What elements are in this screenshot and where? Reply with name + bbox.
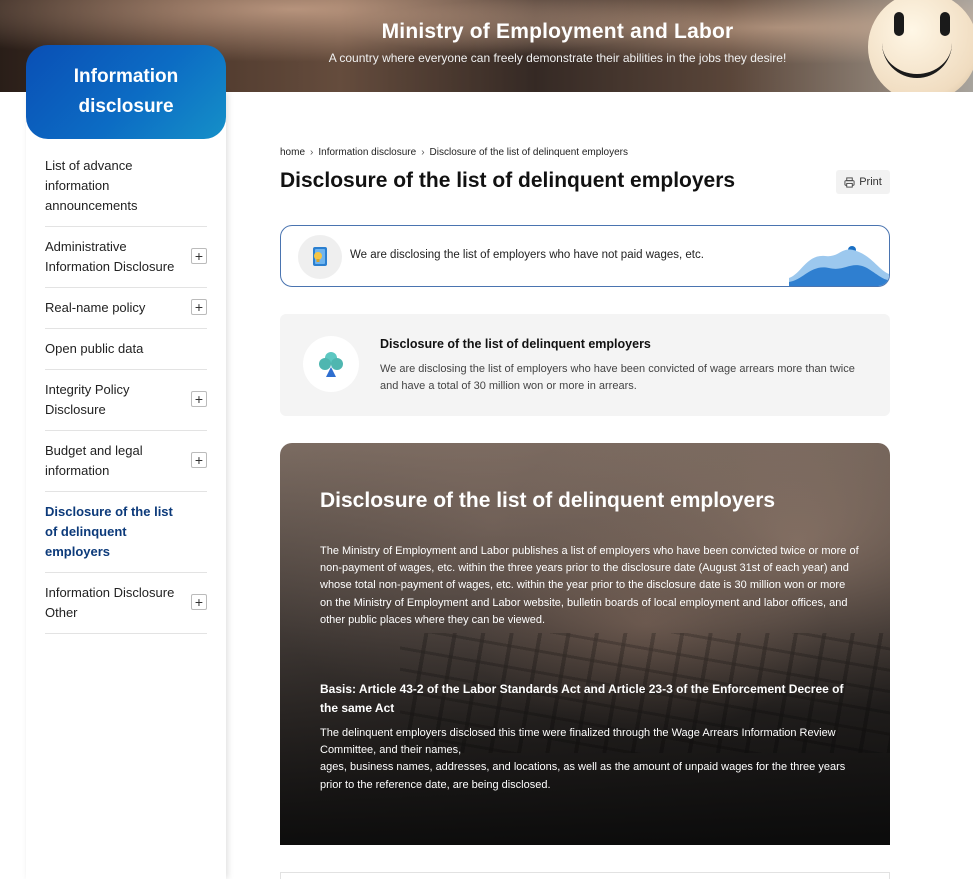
sidebar-heading: Information disclosure (26, 45, 226, 139)
sidebar-item[interactable]: Open public data (45, 329, 207, 370)
breadcrumb-separator: › (310, 147, 314, 158)
wave-decoration (789, 246, 889, 286)
hero-detail: The delinquent employers disclosed this … (320, 725, 860, 794)
sidebar-item[interactable]: List of advance information announcement… (45, 146, 207, 227)
hero-detail-line: The delinquent employers disclosed this … (320, 727, 836, 757)
book-lightbulb-icon (298, 235, 342, 279)
breadcrumb-separator: › (421, 147, 425, 158)
breadcrumb-link: Disclosure of the list of delinquent emp… (429, 147, 628, 158)
expand-plus-icon[interactable]: + (191, 299, 207, 315)
sidebar-item[interactable]: Disclosure of the list of delinquent emp… (45, 492, 207, 573)
sidebar-item-label: Budget and legal information (45, 443, 143, 478)
breadcrumb-link[interactable]: Information disclosure (318, 147, 416, 158)
page-title: Disclosure of the list of delinquent emp… (280, 169, 736, 192)
sidebar-item-label: List of advance information announcement… (45, 158, 138, 213)
summary-text: We are disclosing the list of employers … (380, 363, 855, 392)
breadcrumb: home › Information disclosure › Disclosure o… (280, 147, 628, 158)
sidebar-item-label: Information Disclosure Other (45, 585, 175, 620)
hero-section: Disclosure of the list of delinquent emp… (280, 443, 890, 845)
hero-paragraph: The Ministry of Employment and Labor pub… (320, 543, 860, 629)
hero-paragraph-line: The Ministry of Employment and Labor pub… (320, 545, 859, 592)
expand-plus-icon[interactable]: + (191, 452, 207, 468)
printer-icon (844, 176, 855, 188)
expand-plus-icon[interactable]: + (191, 391, 207, 407)
club-tree-icon (303, 336, 359, 392)
sidebar-item-label: Real-name policy (45, 300, 146, 315)
sidebar-item-label: Disclosure of the list of delinquent emp… (45, 504, 173, 559)
sidebar-nav: List of advance information announcement… (45, 146, 207, 634)
summary-title: Disclosure of the list of delinquent emp… (380, 337, 651, 351)
notice-banner: We are disclosing the list of employers … (280, 225, 890, 287)
notice-text: We are disclosing the list of employers … (350, 249, 704, 261)
next-section (280, 872, 890, 879)
hero-detail-line: ages, business names, addresses, and loc… (320, 761, 846, 791)
sidebar-item-label: Administrative Information Disclosure (45, 239, 175, 274)
expand-plus-icon[interactable]: + (191, 594, 207, 610)
hero-title: Disclosure of the list of delinquent emp… (320, 489, 776, 512)
hero-basis: Basis: Article 43-2 of the Labor Standar… (320, 682, 844, 715)
sidebar-item-label: Integrity Policy Disclosure (45, 382, 130, 417)
sidebar-item-label: Open public data (45, 341, 144, 356)
print-button[interactable]: Print (836, 170, 890, 194)
breadcrumb-link[interactable]: home (280, 147, 305, 158)
sidebar-item[interactable]: Real-name policy + (45, 288, 207, 329)
summary-card: Disclosure of the list of delinquent emp… (280, 314, 890, 416)
expand-plus-icon[interactable]: + (191, 248, 207, 264)
sidebar-item[interactable]: Integrity Policy Disclosure + (45, 370, 207, 431)
smiley-decoration (868, 0, 973, 92)
site-title[interactable]: Ministry of Employment and Labor (0, 20, 973, 44)
sidebar-item[interactable]: Budget and legal information + (45, 431, 207, 492)
sidebar-item[interactable]: Administrative Information Disclosure + (45, 227, 207, 288)
hero-paragraph-line: on the Ministry of Employment and Labor … (320, 596, 848, 626)
sidebar-item[interactable]: Information Disclosure Other + (45, 573, 207, 634)
print-label: Print (859, 176, 882, 188)
